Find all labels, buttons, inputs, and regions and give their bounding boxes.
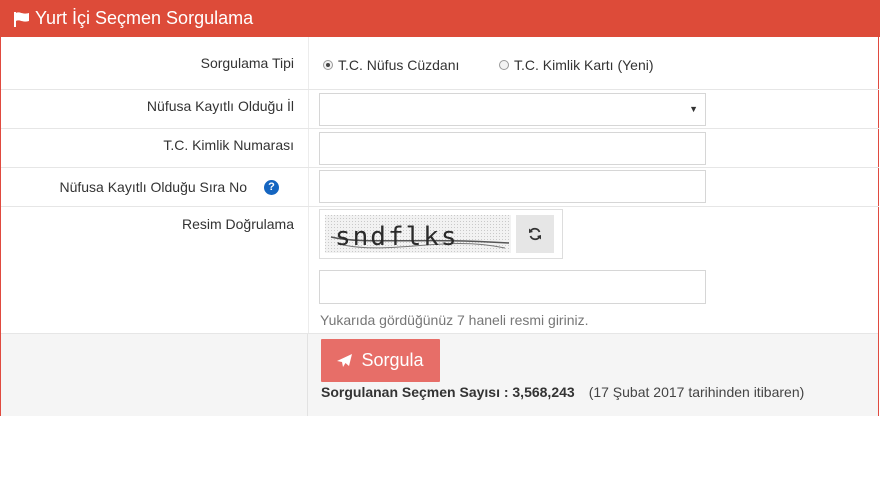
caret-down-icon[interactable]: ▼ (689, 104, 698, 114)
sorgula-button-label: Sorgula (361, 350, 424, 370)
tc-number-input[interactable] (319, 132, 706, 165)
question-help-icon[interactable]: ? (264, 180, 279, 195)
radio-checked-icon[interactable] (323, 60, 333, 70)
query-type-row: Sorgulama Tipi T.C. Nüfus Cüzdanı T.C. K… (1, 37, 879, 90)
panel-title: Yurt İçi Seçmen Sorgulama (35, 8, 254, 28)
captcha-input[interactable] (319, 270, 706, 304)
tc-number-label: T.C. Kimlik Numarası (163, 137, 294, 153)
radio-unchecked-icon[interactable] (499, 60, 509, 70)
province-label: Nüfusa Kayıtlı Olduğu İl (146, 98, 294, 114)
captcha-box: sndflks (319, 209, 563, 259)
captcha-refresh-button[interactable] (516, 215, 554, 253)
flag-icon (14, 11, 29, 27)
radio-nufus-cuzdani[interactable]: T.C. Nüfus Cüzdanı (323, 57, 459, 73)
sequence-no-label: Nüfusa Kayıtlı Olduğu Sıra No (59, 179, 247, 195)
captcha-text: sndflks (335, 222, 459, 252)
radio-kimlik-karti-label: T.C. Kimlik Kartı (Yeni) (514, 57, 654, 73)
query-type-label: Sorgulama Tipi (200, 55, 294, 71)
sorgula-button[interactable]: Sorgula (321, 339, 440, 382)
send-icon (337, 353, 353, 367)
captcha-image: sndflks (325, 215, 511, 253)
captcha-hint: Yukarıda gördüğünüz 7 haneli resmi girin… (320, 312, 589, 328)
panel-header: Yurt İçi Seçmen Sorgulama (0, 0, 880, 37)
province-select[interactable]: ▼ (319, 93, 706, 126)
refresh-icon[interactable] (528, 227, 542, 241)
captcha-label: Resim Doğrulama (181, 216, 294, 232)
voter-count-label: Sorgulanan Seçmen Sayısı : 3,568,243 (321, 384, 575, 400)
voter-count-since: (17 Şubat 2017 tarihinden itibaren) (588, 384, 805, 400)
radio-nufus-cuzdani-label: T.C. Nüfus Cüzdanı (338, 57, 460, 73)
voter-count-stats: Sorgulanan Seçmen Sayısı : 3,568,243 (17 … (321, 384, 804, 400)
radio-kimlik-karti[interactable]: T.C. Kimlik Kartı (Yeni) (499, 57, 654, 73)
sequence-no-input[interactable] (319, 170, 706, 203)
